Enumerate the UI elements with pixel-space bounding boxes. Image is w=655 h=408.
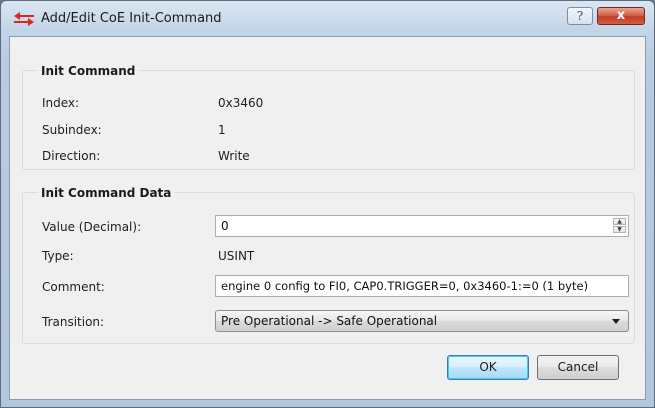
index-label: Index: <box>42 96 80 110</box>
ok-button[interactable]: OK <box>447 355 529 380</box>
subindex-value: 1 <box>218 123 226 137</box>
comment-label: Comment: <box>42 280 105 294</box>
spin-up-arrow-icon[interactable]: ▲ <box>613 218 626 225</box>
value-spinner[interactable]: ▲ ▼ <box>613 218 626 234</box>
value-input[interactable]: 0 ▲ ▼ <box>215 215 629 237</box>
window-title: Add/Edit CoE Init-Command <box>41 11 222 26</box>
dialog-window: Add/Edit CoE Init-Command ? x Init Comma… <box>0 0 655 408</box>
type-value: USINT <box>218 249 255 263</box>
init-command-group-title: Init Command <box>38 64 139 78</box>
index-value: 0x3460 <box>218 96 264 110</box>
spin-down-arrow-icon[interactable]: ▼ <box>613 226 626 233</box>
subindex-label: Subindex: <box>42 123 102 137</box>
transition-selected-value: Pre Operational -> Safe Operational <box>221 314 438 328</box>
comment-input[interactable]: engine 0 config to FI0, CAP0.TRIGGER=0, … <box>215 275 629 297</box>
cancel-button[interactable]: Cancel <box>537 355 619 380</box>
value-input-text: 0 <box>221 219 229 233</box>
type-label: Type: <box>42 249 74 263</box>
dialog-body: Init Command Index: 0x3460 Subindex: 1 D… <box>9 36 646 400</box>
close-button[interactable]: x <box>597 7 645 25</box>
direction-label: Direction: <box>42 149 101 163</box>
direction-value: Write <box>218 149 250 163</box>
value-label: Value (Decimal): <box>42 220 142 234</box>
init-command-data-group-title: Init Command Data <box>38 186 175 200</box>
transition-select[interactable]: Pre Operational -> Safe Operational <box>215 310 629 332</box>
double-arrow-icon <box>14 12 34 26</box>
title-bar[interactable]: Add/Edit CoE Init-Command ? x <box>1 1 654 37</box>
help-button[interactable]: ? <box>567 7 593 25</box>
transition-label: Transition: <box>42 315 105 329</box>
init-command-group <box>22 70 635 170</box>
chevron-down-icon[interactable] <box>612 319 620 324</box>
